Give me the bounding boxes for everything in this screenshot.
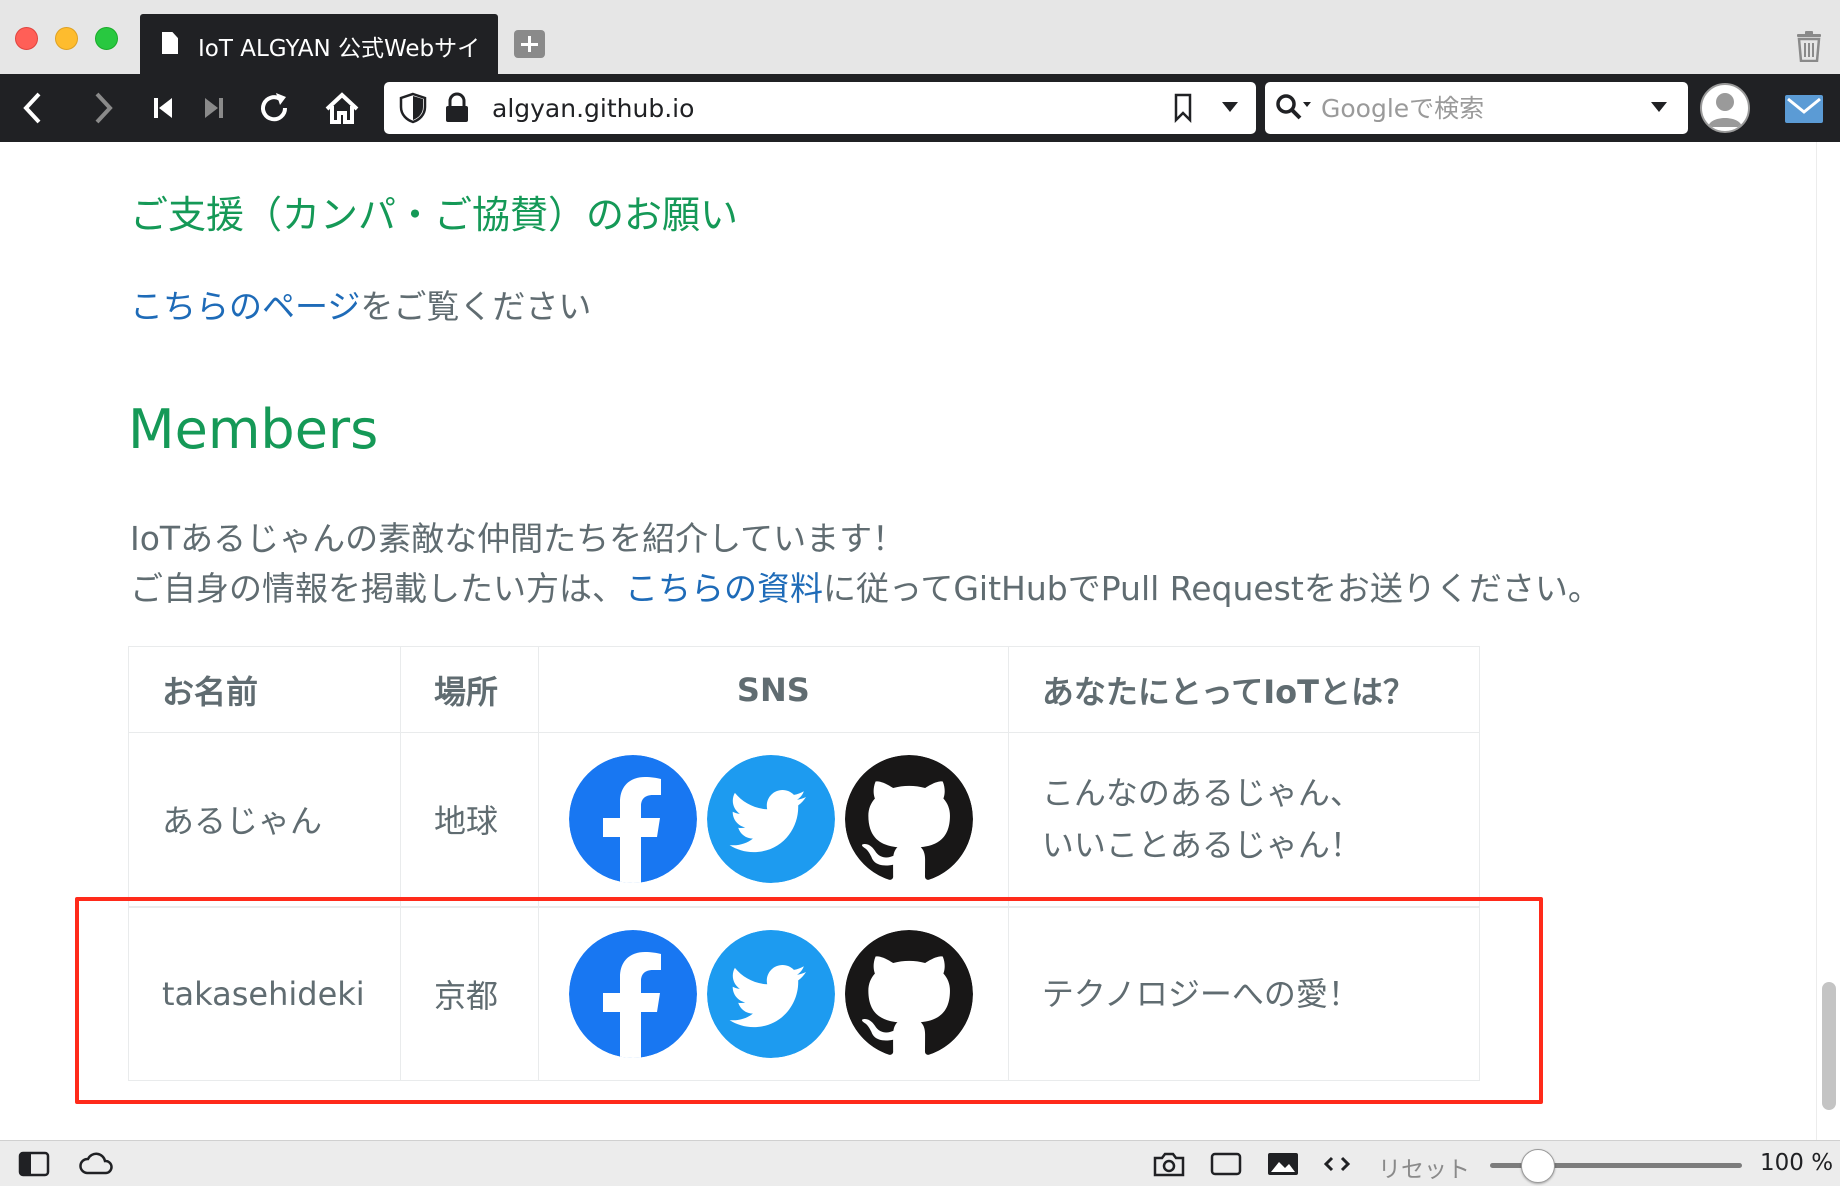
browser-tab-active[interactable]: IoT ALGYAN 公式Webサイ (140, 14, 498, 74)
profile-button[interactable] (1700, 83, 1750, 133)
github-icon[interactable] (844, 755, 973, 884)
home-button[interactable] (320, 86, 364, 130)
zoom-level-label: 100 % (1760, 1150, 1834, 1176)
intro-text-before: ご自身の情報を掲載したい方は、 (130, 569, 625, 608)
intro-text-after: に従ってGitHubでPull Requestをお送りください。 (823, 569, 1601, 608)
camera-icon[interactable] (1152, 1150, 1186, 1178)
table-header-row: お名前 場所 SNS あなたにとってIoTとは？ (128, 646, 1481, 733)
chevron-left-icon (23, 92, 41, 124)
status-bar: リセット 100 % (0, 1140, 1840, 1186)
panel-toggle-icon[interactable] (18, 1150, 50, 1178)
support-text-after: をご覧ください (360, 287, 592, 326)
header-name: お名前 (128, 646, 401, 733)
mail-icon[interactable] (1784, 94, 1824, 124)
shield-icon[interactable] (398, 92, 428, 124)
page-content: ご支援（カンパ・ご協賛）のお願い こちらのページをご覧ください Members … (0, 142, 1816, 1140)
image-icon[interactable] (1266, 1150, 1300, 1178)
navigation-toolbar: algyan.github.io (0, 74, 1840, 142)
members-intro-line1: IoTあるじゃんの素敵な仲間たちを紹介しています！ (130, 519, 906, 558)
trash-icon[interactable] (1794, 30, 1824, 62)
tab-title: IoT ALGYAN 公式Webサイ (198, 36, 481, 62)
zoom-slider-thumb[interactable] (1521, 1149, 1555, 1183)
guide-document-link[interactable]: こちらの資料 (625, 569, 823, 608)
member-sns (537, 732, 1009, 907)
address-bar[interactable]: algyan.github.io (384, 82, 1256, 134)
user-avatar-icon (1708, 93, 1742, 127)
member-name: あるじゃん (128, 732, 401, 907)
minimize-window-button[interactable] (55, 27, 78, 50)
new-tab-button[interactable] (514, 30, 545, 58)
url-text: algyan.github.io (492, 94, 695, 123)
twitter-icon[interactable] (706, 755, 835, 884)
chevron-right-icon (95, 92, 113, 124)
highlight-annotation-box (75, 897, 1543, 1104)
search-bar[interactable] (1265, 82, 1688, 134)
header-place: 場所 (399, 646, 539, 733)
zoom-reset-button[interactable]: リセット (1378, 1150, 1470, 1184)
cloud-icon[interactable] (78, 1150, 114, 1178)
bookmark-icon[interactable] (1172, 92, 1194, 124)
vertical-scrollbar[interactable] (1816, 142, 1840, 1140)
rewind-button[interactable] (141, 86, 185, 130)
skip-forward-icon (205, 98, 223, 118)
address-dropdown-arrow[interactable] (1222, 102, 1238, 112)
table-row: あるじゃん 地球 こんなのあるじゃん、 いいことあるじゃん！ (128, 732, 1481, 907)
search-input[interactable] (1321, 90, 1641, 126)
support-heading: ご支援（カンパ・ご協賛）のお願い (130, 193, 739, 237)
reload-icon (261, 93, 288, 122)
fast-forward-button[interactable] (192, 86, 236, 130)
search-dropdown-arrow[interactable] (1651, 102, 1667, 112)
member-iot: こんなのあるじゃん、 いいことあるじゃん！ (1007, 732, 1481, 907)
members-heading: Members (128, 398, 379, 461)
forward-button[interactable] (80, 86, 124, 130)
window-icon[interactable] (1210, 1150, 1242, 1178)
tab-bar: IoT ALGYAN 公式Webサイ (0, 0, 1840, 74)
code-icon[interactable] (1322, 1150, 1352, 1178)
header-sns: SNS (537, 646, 1009, 733)
member-iot-line2: いいことあるじゃん！ (1041, 826, 1362, 865)
zoom-window-button[interactable] (95, 27, 118, 50)
home-icon (325, 92, 359, 124)
scrollbar-thumb[interactable] (1822, 982, 1836, 1110)
search-icon (1276, 94, 1311, 120)
lock-icon[interactable] (444, 92, 470, 124)
support-paragraph: こちらのページをご覧ください (130, 280, 591, 328)
close-window-button[interactable] (15, 27, 38, 50)
skip-back-icon (154, 98, 172, 118)
member-place: 地球 (399, 732, 539, 907)
member-iot-line1: こんなのあるじゃん、 (1041, 774, 1362, 813)
facebook-icon[interactable] (568, 755, 697, 884)
back-button[interactable] (12, 86, 56, 130)
reload-button[interactable] (252, 86, 296, 130)
support-page-link[interactable]: こちらのページ (130, 287, 360, 326)
document-icon (162, 32, 178, 54)
header-iot: あなたにとってIoTとは？ (1007, 646, 1481, 733)
members-intro-line2: ご自身の情報を掲載したい方は、こちらの資料に従ってGitHubでPull Req… (130, 562, 1601, 610)
